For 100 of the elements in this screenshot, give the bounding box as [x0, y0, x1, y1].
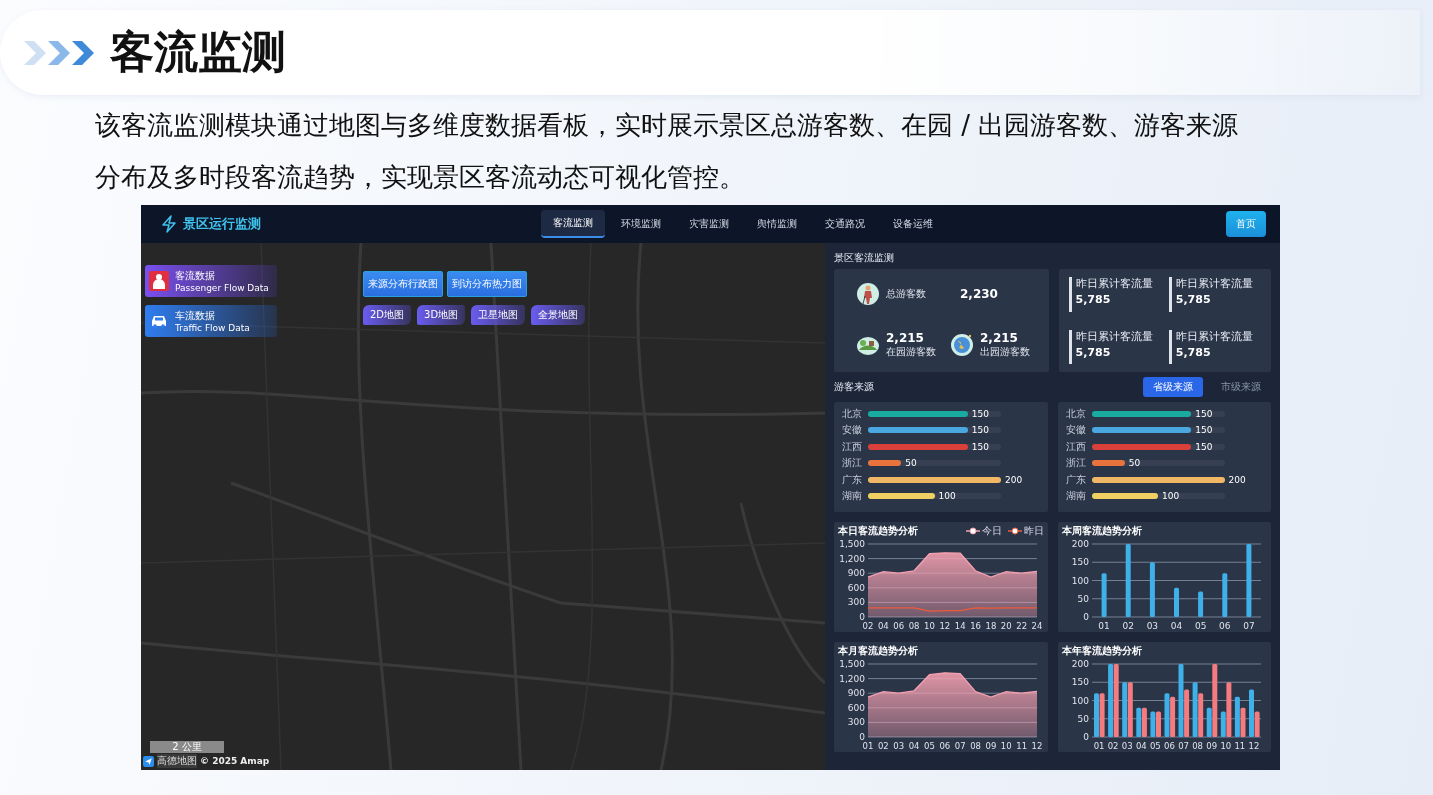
app-title: 景区运行监测 — [183, 215, 261, 233]
axis-label: 05 — [924, 741, 935, 751]
axis-label: 07 — [1177, 741, 1189, 751]
chart-title: 本年客流趋势分析 — [1061, 644, 1143, 658]
chart-title: 本月客流趋势分析 — [838, 644, 919, 658]
axis-label: 1,200 — [839, 673, 865, 684]
axis-label: 05 — [1149, 741, 1161, 751]
nav-tab[interactable]: 灾害监测 — [677, 210, 741, 238]
axis-label: 600 — [847, 582, 865, 593]
axis-label: 04 — [877, 621, 889, 631]
source-name: 浙江 — [842, 456, 863, 471]
legend-label: 昨日 — [1023, 524, 1044, 538]
metric-value: 5,785 — [1175, 293, 1212, 306]
axis-label: 20 — [1000, 621, 1012, 631]
source-name: 安徽 — [1065, 423, 1087, 438]
stat-label: 在园游客数 — [886, 345, 936, 360]
axis-label: 1,500 — [839, 659, 865, 669]
nav-tab[interactable]: 环境监测 — [609, 210, 673, 238]
axis-label: 300 — [847, 717, 865, 728]
source-value: 150 — [1195, 424, 1213, 437]
nav-tab[interactable]: 舆情监测 — [745, 210, 809, 238]
map-layer-button[interactable]: 来源分布行政图 — [363, 271, 443, 297]
axis-label: 02 — [1107, 741, 1119, 751]
axis-label: 04 — [1135, 741, 1147, 751]
stat-label: 总游客数 — [886, 286, 926, 301]
axis-label: 150 — [1071, 557, 1089, 568]
axis-label: 06 — [893, 621, 905, 631]
nav-tab[interactable]: 设备运维 — [881, 210, 945, 238]
axis-label: 06 — [1218, 621, 1230, 631]
source-tab[interactable]: 市级来源 — [1211, 377, 1271, 397]
axis-label: 11 — [1016, 741, 1028, 751]
axis-label: 03 — [1146, 621, 1158, 631]
axis-label: 02 — [862, 621, 874, 631]
axis-label: 0 — [859, 612, 865, 622]
stat-label: 出园游客数 — [980, 345, 1030, 360]
chart-title: 本日客流趋势分析 — [838, 524, 919, 538]
axis-label: 200 — [1071, 539, 1089, 549]
data-layer-button[interactable]: 客流数据 Passenger Flow Data — [145, 265, 277, 297]
source-value: 200 — [1005, 473, 1023, 486]
axis-label: 12 — [1031, 741, 1043, 751]
axis-label: 07 — [1242, 621, 1255, 631]
map-type-button[interactable]: 3D地图 — [417, 305, 466, 325]
axis-label: 900 — [847, 688, 865, 699]
map-type-button[interactable]: 全景地图 — [531, 305, 586, 325]
metric-label: 昨日累计客流量 — [1175, 277, 1254, 291]
description-text: 该客流监测模块通过地图与多维度数据看板，实时展示景区总游客数、在园 / 出园游客数、游客来源分布及多时段客流趋势，实现景区客流动态可视化管控。 — [95, 109, 1240, 194]
stat-value: 2,215 — [980, 331, 1019, 346]
axis-label: 50 — [1077, 593, 1089, 604]
axis-label: 0 — [1082, 612, 1089, 622]
axis-label: 24 — [1031, 621, 1043, 631]
axis-label: 08 — [1191, 741, 1203, 751]
axis-label: 300 — [847, 597, 865, 608]
source-value: 100 — [938, 490, 956, 503]
source-name: 浙江 — [1065, 456, 1087, 471]
axis-label: 10 — [1219, 741, 1231, 751]
source-value: 50 — [1128, 457, 1141, 470]
axis-label: 06 — [939, 741, 951, 751]
stat-value: 2,215 — [886, 331, 925, 346]
source-tab[interactable]: 省级来源 — [1143, 377, 1203, 397]
nav-tab[interactable]: 客流监测 — [541, 210, 605, 238]
axis-label: 1,200 — [839, 553, 865, 564]
axis-label: 22 — [1016, 621, 1028, 631]
axis-label: 04 — [1170, 621, 1182, 631]
axis-label: 12 — [939, 621, 951, 631]
scale-bar: 2 公里 — [150, 741, 224, 753]
source-name: 北京 — [842, 406, 863, 421]
axis-label: 600 — [847, 702, 865, 713]
source-value: 100 — [1162, 490, 1180, 503]
axis-label: 03 — [893, 741, 905, 751]
map-layer-button[interactable]: 到访分布热力图 — [447, 271, 527, 297]
source-value: 50 — [905, 457, 917, 470]
axis-label: 10 — [924, 621, 935, 631]
data-layer-button[interactable]: 车流数据 Traffic Flow Data — [145, 305, 277, 337]
axis-label: 01 — [1093, 741, 1104, 751]
axis-label: 08 — [908, 621, 920, 631]
axis-label: 09 — [985, 741, 997, 751]
source-name: 安徽 — [842, 423, 863, 438]
metric-value: 5,785 — [1175, 345, 1212, 359]
source-name: 湖南 — [1065, 489, 1087, 504]
axis-label: 200 — [1071, 659, 1089, 669]
source-name: 湖南 — [842, 489, 863, 504]
map-type-button[interactable]: 2D地图 — [363, 305, 412, 325]
axis-label: 01 — [1097, 621, 1110, 631]
metric-label: 昨日累计客流量 — [1075, 329, 1154, 344]
copyright-text: © 2025 Amap — [200, 756, 270, 766]
source-name: 广东 — [1065, 472, 1087, 487]
axis-label: 18 — [985, 621, 997, 631]
axis-label: 12 — [1248, 741, 1259, 751]
axis-label: 02 — [877, 741, 889, 751]
source-value: 150 — [971, 424, 989, 437]
axis-label: 01 — [862, 741, 874, 751]
metric-value: 5,785 — [1075, 345, 1112, 359]
legend-label: 今日 — [981, 524, 1002, 538]
section-title: 景区客流监测 — [834, 251, 895, 265]
axis-label: 100 — [1071, 695, 1089, 706]
axis-label: 50 — [1077, 713, 1089, 724]
map-type-button[interactable]: 卫星地图 — [471, 305, 526, 325]
axis-label: 1,500 — [839, 539, 865, 549]
nav-tab[interactable]: 交通路况 — [813, 210, 877, 238]
axis-label: 09 — [1205, 741, 1217, 751]
